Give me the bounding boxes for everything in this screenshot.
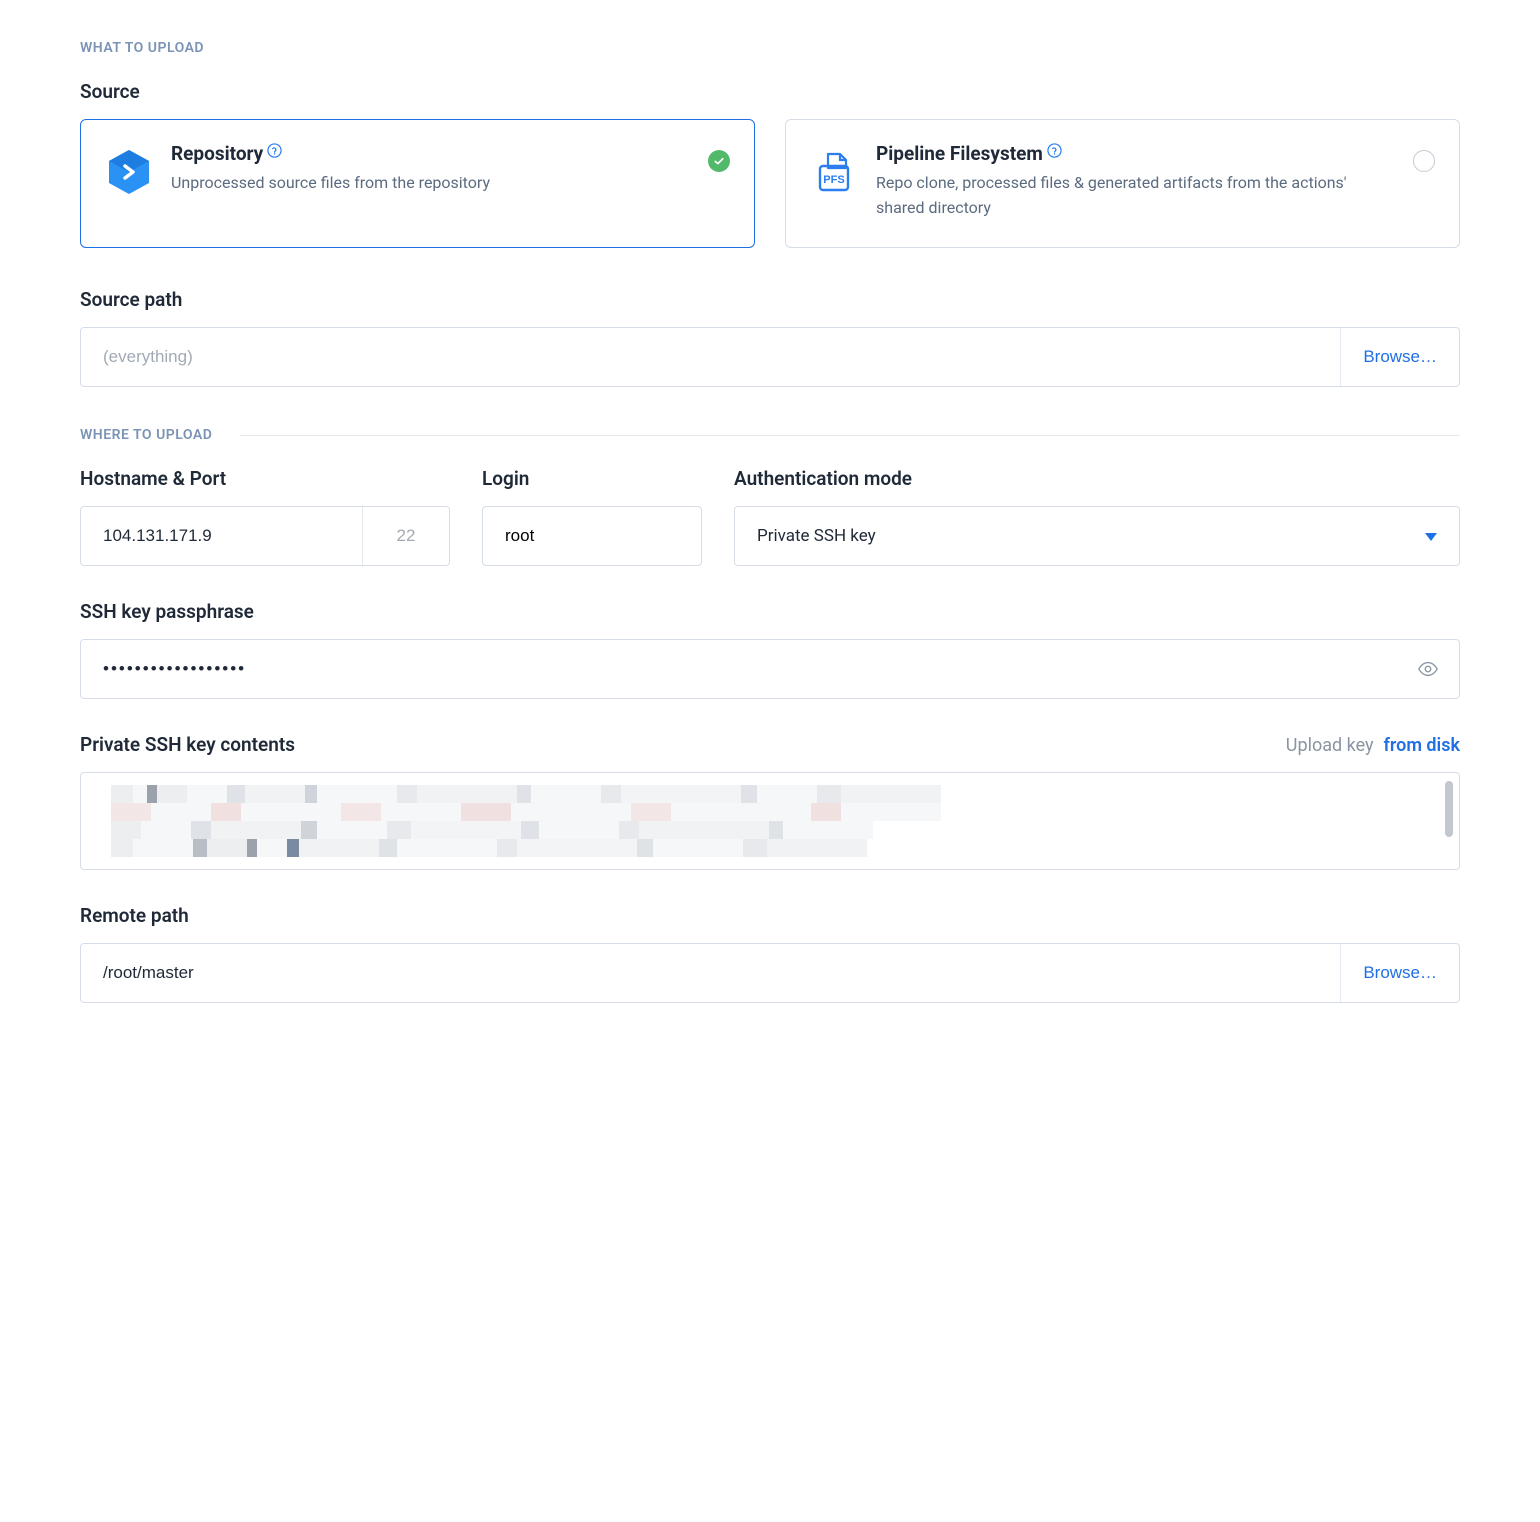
hostname-input[interactable] xyxy=(81,507,363,565)
remote-path-label: Remote path xyxy=(80,904,1460,927)
source-option-repository-desc: Unprocessed source files from the reposi… xyxy=(171,171,680,196)
auth-mode-label: Authentication mode xyxy=(734,467,1460,490)
source-option-repository[interactable]: Repository Unprocessed source files from… xyxy=(80,119,755,248)
port-input[interactable] xyxy=(363,507,449,565)
remote-path-browse-button[interactable]: Browse… xyxy=(1340,944,1459,1002)
eye-icon xyxy=(1417,658,1439,680)
help-icon[interactable] xyxy=(1047,140,1062,155)
remote-path-input[interactable] xyxy=(81,944,1340,1002)
chevron-down-icon xyxy=(1425,526,1437,546)
source-option-pipeline-desc: Repo clone, processed files & generated … xyxy=(876,171,1385,221)
unselected-radio-icon xyxy=(1413,150,1435,172)
passphrase-input[interactable] xyxy=(81,640,1397,698)
passphrase-label: SSH key passphrase xyxy=(80,600,1460,623)
source-option-pipeline-title: Pipeline Filesystem xyxy=(876,142,1043,165)
auth-mode-select[interactable]: Private SSH key xyxy=(734,506,1460,566)
private-key-label: Private SSH key contents xyxy=(80,733,295,756)
source-label: Source xyxy=(80,80,1460,103)
source-option-pipeline-filesystem[interactable]: PFS Pipeline Filesystem Repo clone, proc… xyxy=(785,119,1460,248)
reveal-password-button[interactable] xyxy=(1397,640,1459,698)
selected-check-icon xyxy=(708,150,730,172)
repository-hex-icon xyxy=(105,148,153,196)
help-icon[interactable] xyxy=(267,140,282,155)
source-option-repository-title: Repository xyxy=(171,142,263,165)
pipeline-filesystem-icon: PFS xyxy=(810,148,858,196)
svg-text:PFS: PFS xyxy=(823,174,844,186)
upload-key-text: Upload key xyxy=(1286,735,1374,756)
hostname-port-label: Hostname & Port xyxy=(80,467,450,490)
section-header-what-to-upload: WHAT TO UPLOAD xyxy=(80,40,1460,56)
source-path-input[interactable] xyxy=(81,328,1340,386)
login-input[interactable] xyxy=(483,526,748,546)
private-key-textarea[interactable] xyxy=(80,772,1460,870)
scrollbar-thumb[interactable] xyxy=(1445,781,1453,837)
source-path-browse-button[interactable]: Browse… xyxy=(1340,328,1459,386)
upload-key-from-disk-link[interactable]: from disk xyxy=(1384,735,1461,756)
login-label: Login xyxy=(482,467,702,490)
auth-mode-value: Private SSH key xyxy=(757,526,876,546)
section-header-where-to-upload: WHERE TO UPLOAD xyxy=(80,427,1460,443)
source-path-label: Source path xyxy=(80,288,1460,311)
